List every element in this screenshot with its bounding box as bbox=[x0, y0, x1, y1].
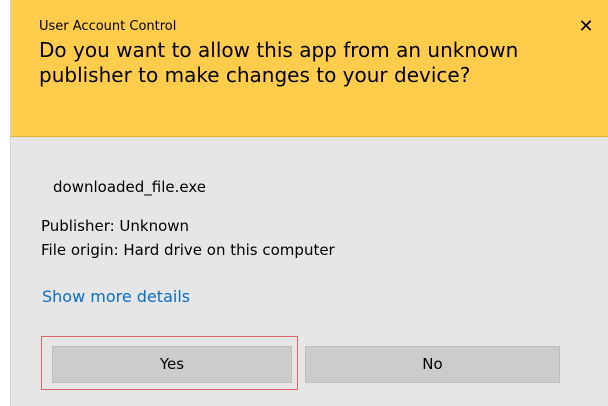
dialog-question: Do you want to allow this app from an un… bbox=[39, 38, 519, 87]
dialog-header: User Account Control ✕ Do you want to al… bbox=[11, 0, 608, 137]
file-name: downloaded_file.exe bbox=[53, 178, 207, 196]
yes-button[interactable]: Yes bbox=[52, 346, 292, 383]
file-origin-info: File origin: Hard drive on this computer bbox=[41, 241, 335, 259]
publisher-info: Publisher: Unknown bbox=[41, 217, 190, 235]
close-button[interactable]: ✕ bbox=[573, 14, 599, 40]
uac-dialog: User Account Control ✕ Do you want to al… bbox=[10, 0, 608, 406]
dialog-title: User Account Control bbox=[39, 19, 177, 34]
show-more-details-link[interactable]: Show more details bbox=[42, 287, 190, 306]
close-icon: ✕ bbox=[578, 16, 594, 37]
no-button[interactable]: No bbox=[305, 346, 560, 383]
